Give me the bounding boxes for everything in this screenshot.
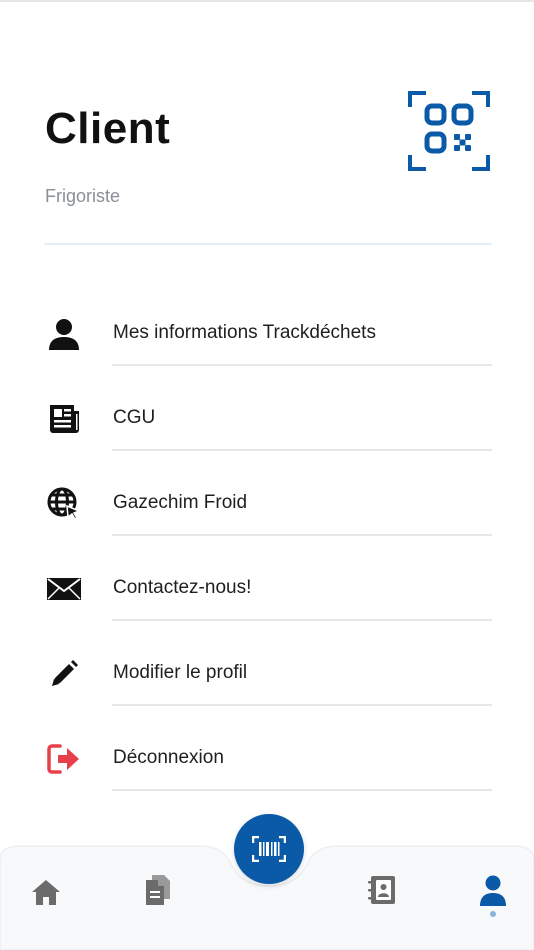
globe-icon: [44, 484, 84, 524]
envelope-icon: [44, 569, 84, 609]
profile-icon: [480, 875, 506, 906]
header-divider: [44, 243, 492, 245]
menu-item-label: Déconnexion: [113, 747, 224, 768]
menu-item-label: Modifier le profil: [113, 662, 248, 683]
pencil-icon: [44, 654, 84, 694]
menu-divider: [112, 364, 492, 366]
menu-item-website[interactable]: Gazechim Froid: [0, 462, 534, 547]
menu-item-my-information[interactable]: Mes informations Trackdéchets: [0, 292, 534, 377]
menu-divider: [112, 704, 492, 706]
menu-item-label: Contactez-nous!: [113, 577, 252, 598]
qr-code-scan-icon: [408, 91, 490, 171]
home-icon: [32, 880, 60, 905]
scan-barcode-button[interactable]: [234, 814, 304, 884]
menu-item-label: Mes informations Trackdéchets: [113, 322, 376, 343]
profile-subtitle: Frigoriste: [45, 186, 121, 206]
menu-item-edit-profile[interactable]: Modifier le profil: [0, 632, 534, 717]
menu-item-contact[interactable]: Contactez-nous!: [0, 547, 534, 632]
documents-icon: [146, 875, 170, 905]
active-tab-indicator: [490, 911, 496, 917]
menu-item-label: Gazechim Froid: [113, 492, 248, 513]
nav-documents[interactable]: [135, 868, 179, 912]
menu-divider: [112, 619, 492, 621]
menu-divider: [112, 789, 492, 791]
top-border: [0, 0, 534, 2]
contacts-book-icon: [368, 876, 395, 904]
menu-item-logout[interactable]: Déconnexion: [0, 717, 534, 802]
page-title: Client: [45, 104, 171, 153]
logout-icon: [44, 739, 84, 779]
nav-contacts[interactable]: [360, 868, 404, 912]
menu-divider: [112, 534, 492, 536]
nav-profile[interactable]: [471, 868, 515, 912]
barcode-scan-icon: [252, 836, 286, 862]
menu-item-cgu[interactable]: CGU: [0, 377, 534, 462]
qr-code-button[interactable]: [406, 89, 492, 173]
profile-screen: Client Frigoriste Mes informations Track…: [0, 0, 534, 950]
nav-home[interactable]: [24, 870, 68, 914]
menu-divider: [112, 449, 492, 451]
newspaper-icon: [44, 399, 84, 439]
menu-item-label: CGU: [113, 407, 156, 428]
user-icon: [44, 314, 84, 354]
